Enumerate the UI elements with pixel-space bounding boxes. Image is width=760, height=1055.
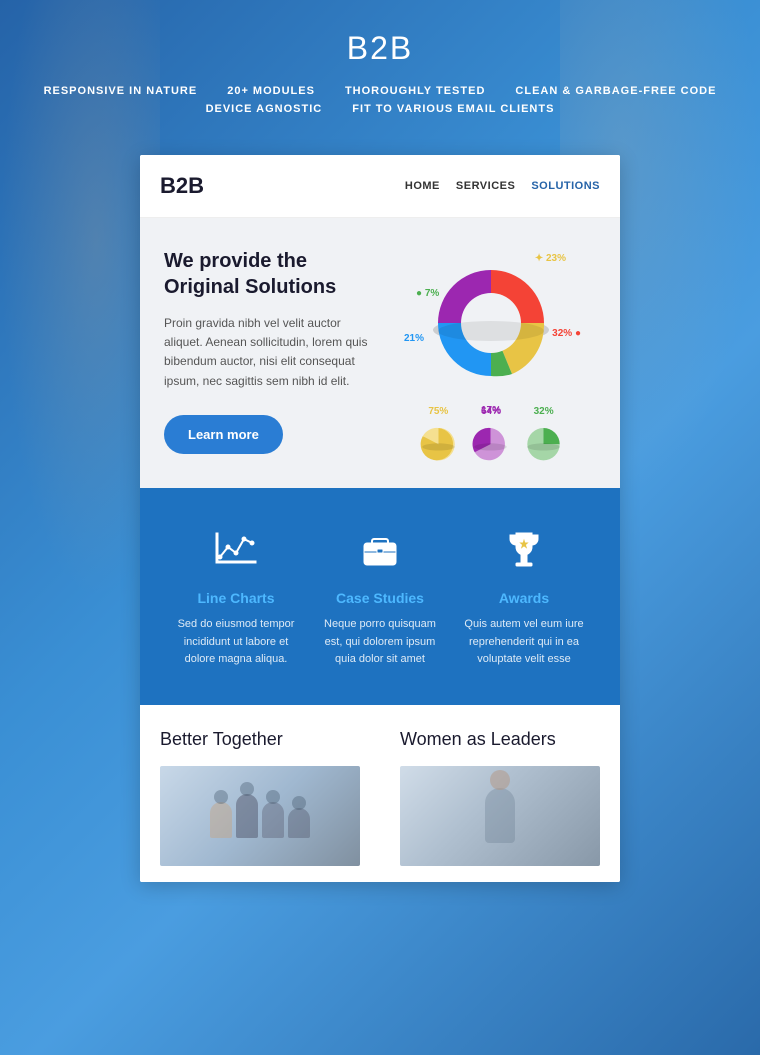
feature-awards: Awards Quis autem vel eum iure reprehend… <box>452 524 596 669</box>
feature-title-1: Line Charts <box>174 590 298 606</box>
chart-label-23: ✦ 23% <box>535 253 566 264</box>
hero-section: We provide the Original Solutions Proin … <box>140 218 620 488</box>
bottom-col-2: Women as Leaders <box>380 705 620 882</box>
mini-pie-1 <box>416 419 461 464</box>
trophy-svg <box>500 525 548 573</box>
hero-body: Proin gravida nibh vel velit auctor aliq… <box>164 314 380 391</box>
feature-title-2: Case Studies <box>318 590 442 606</box>
page-header: B2B RESPONSIVE IN NATURE 20+ MODULES THO… <box>0 0 760 135</box>
person-4 <box>288 808 310 838</box>
mini-chart-1: 75% <box>416 406 461 464</box>
feature-tags: RESPONSIVE IN NATURE 20+ MODULES THOROUG… <box>20 85 740 115</box>
card-nav: HOME SERVICES SOLUTIONS <box>405 180 600 192</box>
briefcase-icon <box>355 524 405 574</box>
feature-tag-4: CLEAN & GARBAGE-FREE CODE <box>515 85 716 97</box>
bottom-image-meeting <box>160 766 360 866</box>
silhouette-group <box>210 794 310 838</box>
feature-tag-1: RESPONSIVE IN NATURE <box>44 85 198 97</box>
line-chart-icon <box>211 524 261 574</box>
briefcase-svg <box>356 525 404 573</box>
hero-title: We provide the Original Solutions <box>164 248 380 300</box>
feature-tag-6: FIT TO VARIOUS EMAIL CLIENTS <box>352 103 554 115</box>
donut-chart-container: ✦ 23% ● 7% 21% 32% ● <box>396 248 586 464</box>
bottom-section: Better Together Women as Leaders <box>140 705 620 882</box>
page-content: B2B RESPONSIVE IN NATURE 20+ MODULES THO… <box>0 0 760 882</box>
line-chart-svg <box>212 525 260 573</box>
feature-tag-3: THOROUGHLY TESTED <box>345 85 485 97</box>
trophy-icon <box>499 524 549 574</box>
chart-label-17: 17% <box>481 405 501 416</box>
card-header: B2B HOME SERVICES SOLUTIONS <box>140 155 620 218</box>
leader-image <box>400 766 600 866</box>
email-card: B2B HOME SERVICES SOLUTIONS We provide t… <box>140 155 620 882</box>
chart-label-32: 32% ● <box>552 328 581 339</box>
feature-tag-2: 20+ MODULES <box>227 85 315 97</box>
hero-left: We provide the Original Solutions Proin … <box>164 248 380 464</box>
nav-services[interactable]: SERVICES <box>456 180 515 192</box>
chart-label-21: 21% <box>404 333 424 344</box>
mini-label-1: 75% <box>428 406 448 417</box>
bottom-col-1: Better Together <box>140 705 380 882</box>
leader-silhouette <box>485 788 515 843</box>
features-section: Line Charts Sed do eiusmod tempor incidi… <box>140 488 620 705</box>
feature-desc-2: Neque porro quisquam est, qui dolorem ip… <box>318 616 442 669</box>
feature-desc-3: Quis autem vel eum iure reprehenderit qu… <box>462 616 586 669</box>
card-logo: B2B <box>160 173 204 199</box>
chart-label-7: ● 7% <box>416 288 439 299</box>
feature-desc-1: Sed do eiusmod tempor incididunt ut labo… <box>174 616 298 669</box>
bottom-image-leader <box>400 766 600 866</box>
person-1 <box>210 802 232 838</box>
person-3 <box>262 802 284 838</box>
nav-home[interactable]: HOME <box>405 180 440 192</box>
meeting-image <box>160 766 360 866</box>
bottom-title-2: Women as Leaders <box>400 729 600 750</box>
nav-solutions[interactable]: SOLUTIONS <box>531 180 600 192</box>
learn-more-button[interactable]: Learn more <box>164 415 283 454</box>
hero-right: ✦ 23% ● 7% 21% 32% ● <box>396 248 596 464</box>
mini-label-3: 32% <box>534 406 554 417</box>
feature-title-3: Awards <box>462 590 586 606</box>
bottom-title-1: Better Together <box>160 729 360 750</box>
donut-svg <box>416 248 566 398</box>
mini-pie-2 <box>468 419 513 464</box>
feature-line-charts: Line Charts Sed do eiusmod tempor incidi… <box>164 524 308 669</box>
feature-tag-5: DEVICE AGNOSTIC <box>206 103 323 115</box>
person-2 <box>236 794 258 838</box>
feature-case-studies: Case Studies Neque porro quisquam est, q… <box>308 524 452 669</box>
page-title: B2B <box>20 30 740 67</box>
mini-pie-3 <box>521 419 566 464</box>
mini-chart-3: 32% <box>521 406 566 464</box>
